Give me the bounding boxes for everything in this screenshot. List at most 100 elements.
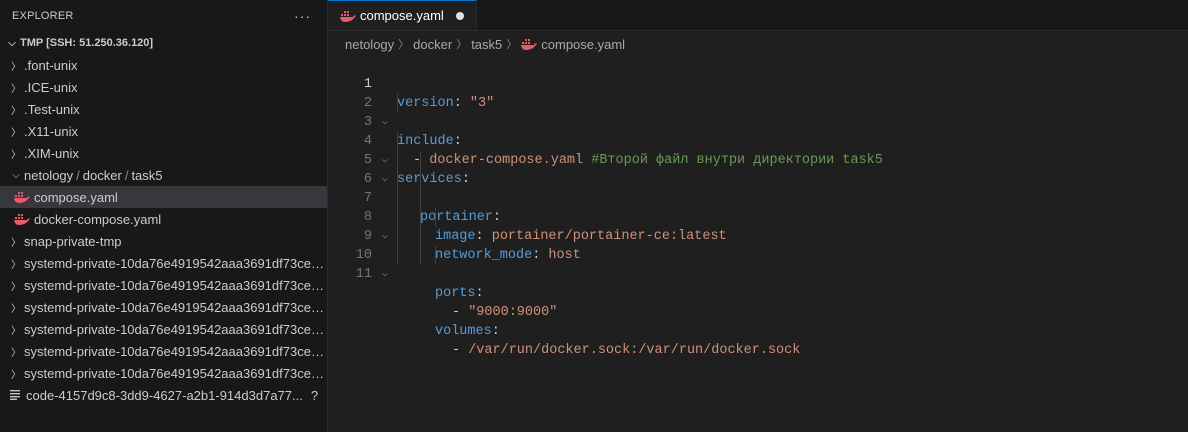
indent-guide — [397, 170, 398, 189]
yaml-punct: : — [475, 286, 484, 301]
explorer-title: EXPLORER — [12, 10, 74, 22]
explorer-sidebar: EXPLORER ··· ⌵ TMP [SSH: 51.250.36.120] … — [0, 0, 328, 432]
tree-item-label: snap-private-tmp — [24, 233, 122, 249]
fold-chevron-icon[interactable]: ⌵ — [380, 265, 390, 284]
tree-folder-ice-unix[interactable]: 〉 .ICE-unix — [0, 76, 327, 98]
path-separator: / — [124, 167, 129, 183]
text-file-icon — [10, 390, 20, 400]
tree-item-label: .XIM-unix — [24, 145, 79, 161]
docker-whale-icon — [521, 39, 538, 50]
workspace-root[interactable]: ⌵ TMP [SSH: 51.250.36.120] — [0, 32, 327, 54]
tree-item-label: .Test-unix — [24, 101, 80, 117]
yaml-punct: - — [452, 343, 469, 358]
untracked-badge: ? — [310, 387, 319, 403]
breadcrumb-item[interactable]: docker — [413, 37, 452, 52]
tree-file-code-workspace[interactable]: code-4157d9c8-3dd9-4627-a2b1-914d3d7a77.… — [0, 384, 327, 406]
breadcrumb-item[interactable]: task5 — [471, 37, 502, 52]
indent-guide — [420, 189, 421, 208]
chevron-right-icon: 〉 — [11, 347, 21, 359]
yaml-punct: - — [452, 305, 469, 320]
indent-guide — [435, 246, 436, 265]
tree-item-label: code-4157d9c8-3dd9-4627-a2b1-914d3d7a77.… — [26, 387, 303, 403]
tree-folder-systemd-private[interactable]: 〉 systemd-private-10da76e4919542aaa3691d… — [0, 296, 327, 318]
tree-folder-systemd-private[interactable]: 〉 systemd-private-10da76e4919542aaa3691d… — [0, 362, 327, 384]
code-line: 6 image: portainer/portainer-ce:latest — [328, 151, 1188, 244]
tree-item-label: systemd-private-10da76e4919542aaa3691df7… — [24, 343, 327, 359]
indent-guide — [435, 208, 436, 227]
tree-folder-systemd-private[interactable]: 〉 systemd-private-10da76e4919542aaa3691d… — [0, 318, 327, 340]
tree-folder-snap-private-tmp[interactable]: 〉 snap-private-tmp — [0, 230, 327, 252]
tree-item-label: docker-compose.yaml — [34, 211, 162, 227]
tree-item-label: systemd-private-10da76e4919542aaa3691df7… — [24, 365, 327, 381]
editor-area: compose.yaml netology 〉 docker 〉 task5 〉… — [328, 0, 1188, 432]
chevron-right-icon: 〉 — [11, 303, 21, 315]
chevron-right-icon: 〉 — [11, 325, 21, 337]
code-line: 7 network_mode: host — [328, 170, 1188, 263]
breadcrumb: netology 〉 docker 〉 task5 〉 compose.yaml — [328, 31, 1188, 57]
tree-file-compose-yaml[interactable]: compose.yaml — [0, 186, 327, 208]
tree-folder-systemd-private[interactable]: 〉 systemd-private-10da76e4919542aaa3691d… — [0, 274, 327, 296]
path-separator: / — [76, 167, 80, 183]
indent-guide — [420, 208, 421, 227]
docker-whale-icon — [14, 192, 30, 203]
yaml-value: "9000:9000" — [468, 305, 558, 320]
chevron-right-icon: 〉 — [11, 105, 21, 117]
tab-label: compose.yaml — [360, 8, 444, 23]
code-line: 5 ⌵ portainer: — [328, 132, 1188, 225]
indent-guide — [420, 170, 421, 189]
tree-folder-task5[interactable]: ⌵ netology / docker / task5 — [0, 164, 327, 186]
code-text: volumes: — [435, 322, 500, 341]
unsaved-dot-icon[interactable] — [455, 11, 464, 20]
tree-item-label: compose.yaml — [34, 189, 118, 205]
yaml-key: volumes — [435, 324, 492, 339]
chevron-right-icon: 〉 — [11, 83, 21, 95]
chevron-right-icon: 〉 — [11, 127, 21, 139]
tree-item-label: .font-unix — [24, 57, 78, 73]
tree-item-label: systemd-private-10da76e4919542aaa3691df7… — [24, 299, 327, 315]
indent-guide — [397, 189, 398, 208]
indent-guide — [397, 132, 398, 151]
tree-folder-font-unix[interactable]: 〉 .font-unix — [0, 54, 327, 76]
code-editor[interactable]: 1 version: "3" 2 ⌵ include: 3 - docker-c… — [328, 56, 1188, 358]
tree-folder-systemd-private[interactable]: 〉 systemd-private-10da76e4919542aaa3691d… — [0, 252, 327, 274]
chevron-right-icon: 〉 — [11, 61, 21, 73]
code-text: - "9000:9000" — [452, 303, 557, 322]
tree-item-label: systemd-private-10da76e4919542aaa3691df7… — [24, 255, 327, 271]
tree-folder-x11-unix[interactable]: 〉 .X11-unix — [0, 120, 327, 142]
docker-whale-icon — [340, 10, 356, 22]
code-line: 2 ⌵ include: — [328, 75, 1188, 149]
path-segment: netology — [24, 167, 74, 183]
explorer-header: EXPLORER ··· — [0, 0, 327, 32]
tree-folder-test-unix[interactable]: 〉 .Test-unix — [0, 98, 327, 120]
tree-file-docker-compose-yaml[interactable]: docker-compose.yaml — [0, 208, 327, 230]
yaml-punct: : — [491, 324, 500, 339]
tree-item-label: systemd-private-10da76e4919542aaa3691df7… — [24, 321, 327, 337]
chevron-right-icon: 〉 — [11, 369, 21, 381]
tab-compose-yaml[interactable]: compose.yaml — [328, 0, 477, 30]
tree-folder-path: netology / docker / task5 — [24, 168, 163, 183]
path-segment: docker — [82, 167, 122, 183]
tree-item-label: .X11-unix — [24, 123, 78, 139]
yaml-key: ports — [435, 286, 476, 301]
tree-folder-systemd-private[interactable]: 〉 systemd-private-10da76e4919542aaa3691d… — [0, 340, 327, 362]
chevron-right-icon: 〉 — [506, 39, 518, 51]
breadcrumb-item[interactable]: netology — [345, 37, 394, 52]
chevron-right-icon: 〉 — [11, 281, 21, 293]
chevron-right-icon: 〉 — [398, 39, 410, 51]
tree-folder-xim-unix[interactable]: 〉 .XIM-unix — [0, 142, 327, 164]
chevron-down-icon: ⌵ — [8, 37, 16, 49]
indent-guide — [397, 151, 398, 170]
code-line: 4 ⌵ services: — [328, 113, 1188, 187]
code-text: - /var/run/docker.sock:/var/run/docker.s… — [452, 341, 800, 360]
chevron-right-icon: 〉 — [11, 149, 21, 161]
more-actions-icon[interactable]: ··· — [294, 8, 311, 24]
tree-item-label: systemd-private-10da76e4919542aaa3691df7… — [24, 277, 327, 293]
breadcrumb-item[interactable]: compose.yaml — [541, 37, 625, 52]
chevron-right-icon: 〉 — [11, 259, 21, 271]
code-line: 11 - /var/run/docker.sock:/var/run/docke… — [328, 246, 1188, 358]
code-line: 10 ⌵ volumes: — [328, 227, 1188, 339]
chevron-right-icon: 〉 — [456, 39, 468, 51]
code-line: 8 ⌵ ports: — [328, 189, 1188, 301]
tree-item-label: .ICE-unix — [24, 79, 78, 95]
code-line: 9 - "9000:9000" — [328, 208, 1188, 320]
